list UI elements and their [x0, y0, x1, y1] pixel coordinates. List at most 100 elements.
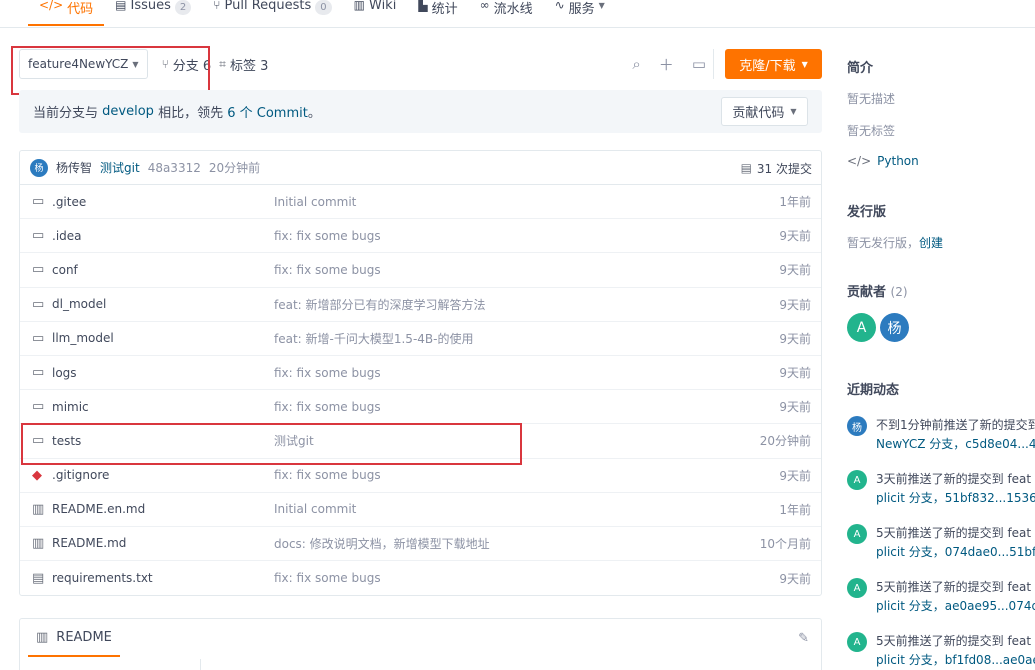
file-commit-message[interactable]: fix: fix some bugs — [274, 229, 381, 243]
table-row: ▤ requirements.txt fix: fix some bugs 9天前 — [20, 561, 821, 595]
tab-label: 代码 — [67, 2, 94, 17]
file-name-link[interactable]: ▭ llm_model — [32, 331, 114, 346]
commit-author[interactable]: 杨传智 — [56, 159, 92, 176]
create-release-link[interactable]: 创建 — [919, 236, 943, 250]
file-name: requirements.txt — [52, 571, 153, 586]
avatar[interactable]: 杨 — [880, 313, 909, 342]
file-name-link[interactable]: ▭ .idea — [32, 228, 82, 243]
file-name: logs — [52, 365, 77, 380]
commit-sha[interactable]: 48a3312 — [148, 161, 201, 175]
activity-link[interactable]: plicit 分支，51bf832...15365 — [876, 489, 1035, 506]
file-commit-message[interactable]: Initial commit — [274, 502, 356, 516]
readme-tab[interactable]: ▥ README — [28, 619, 120, 657]
tab-services[interactable]: ∿ 服务 ▼ — [544, 0, 616, 26]
activity-text: 5天前推送了新的提交到 feat — [876, 526, 1032, 540]
table-row: ▭ .gitee Initial commit 1年前 — [20, 185, 821, 220]
file-name-link[interactable]: ▭ conf — [32, 262, 78, 277]
stats-icon: ▙ — [418, 0, 428, 12]
tab-wiki[interactable]: ▥ Wiki — [343, 0, 408, 26]
file-commit-message[interactable]: feat: 新增-千问大模型1.5-4B-的使用 — [274, 330, 473, 347]
table-row: ▭ mimic fix: fix some bugs 9天前 — [20, 390, 821, 425]
folder-icon: ▭ — [32, 399, 45, 415]
tab-label: 服务 — [568, 2, 595, 17]
activity-link[interactable]: NewYCZ 分支，c5d8e04...48a — [876, 435, 1035, 452]
table-row: ▭ tests 测试git 20分钟前 — [20, 424, 821, 459]
avatar[interactable]: A — [847, 313, 876, 342]
file-commit-message[interactable]: feat: 新增部分已有的深度学习解答方法 — [274, 296, 486, 313]
tab-pull-requests[interactable]: ⑂ Pull Requests 0 — [202, 0, 342, 26]
plus-icon[interactable]: ＋ — [659, 54, 674, 75]
tab-pipeline[interactable]: ∞ 流水线 — [469, 0, 544, 26]
monitor-icon[interactable]: ▭ — [692, 55, 706, 73]
avatar[interactable]: 杨 — [30, 158, 48, 177]
activity-title: 近期动态 — [847, 383, 900, 398]
file-name-link[interactable]: ▭ logs — [32, 365, 77, 380]
file-commit-time: 9天前 — [779, 331, 811, 346]
file-name-link[interactable]: ▥ README.en.md — [32, 502, 145, 517]
file-name: tests — [52, 433, 82, 448]
branch-select[interactable]: feature4NewYCZ ▼ — [19, 49, 148, 79]
commit-count-link[interactable]: ▤ 31 次提交 — [741, 151, 812, 185]
no-tags: 暂无标签 — [847, 124, 896, 138]
edit-icon[interactable]: ✎ — [798, 631, 809, 646]
contribute-button[interactable]: 贡献代码 ▼ — [721, 97, 808, 126]
search-icon[interactable]: ⌕ — [632, 55, 640, 73]
file-name: .gitignore — [52, 468, 110, 483]
language-link[interactable]: </> Python — [847, 154, 919, 168]
file-commit-message[interactable]: fix: fix some bugs — [274, 400, 381, 414]
file-name-link[interactable]: ▤ requirements.txt — [32, 571, 153, 586]
tag-count-link[interactable]: ⌗ 标签 3 — [219, 55, 268, 74]
avatar[interactable]: 杨 — [847, 416, 867, 436]
tag-icon: ⌗ — [219, 56, 226, 71]
pipeline-icon: ∞ — [479, 0, 490, 12]
tab-code[interactable]: </> 代码 — [28, 0, 105, 26]
table-row: ▥ README.en.md Initial commit 1年前 — [20, 493, 821, 527]
file-commit-message[interactable]: Initial commit — [274, 195, 356, 209]
activity-link[interactable]: plicit 分支，bf1fd08...ae0ae9 — [876, 651, 1035, 668]
file-commit-time: 9天前 — [779, 229, 811, 244]
avatar[interactable]: A — [847, 470, 867, 490]
avatar[interactable]: A — [847, 578, 867, 598]
file-commit-message[interactable]: 测试git — [274, 432, 314, 449]
file-commit-time: 9天前 — [779, 571, 811, 586]
file-name-link[interactable]: ▭ dl_model — [32, 297, 106, 312]
file-name: .idea — [52, 228, 82, 243]
tab-stats[interactable]: ▙ 统计 — [407, 0, 468, 26]
file-commit-message[interactable]: fix: fix some bugs — [274, 468, 381, 482]
file-name-link[interactable]: ◆ .gitignore — [32, 468, 109, 483]
file-commit-message[interactable]: docs: 修改说明文档，新增模型下载地址 — [274, 535, 490, 552]
contributors-title: 贡献者 (2) — [847, 281, 908, 300]
branch-count-link[interactable]: ⑂ 分支 6 — [162, 55, 212, 74]
file-name-link[interactable]: ▭ tests — [32, 433, 81, 448]
activity-link[interactable]: plicit 分支，074dae0...51bf83 — [876, 543, 1035, 560]
commits-icon: ▤ — [740, 161, 752, 175]
book-icon: ▥ — [32, 501, 45, 517]
file-name-link[interactable]: ▥ README.md — [32, 536, 126, 551]
avatar[interactable]: A — [847, 524, 867, 544]
file-name: README.md — [52, 536, 127, 551]
folder-icon: ▭ — [32, 228, 45, 244]
file-list: 杨 杨传智 测试git 48a3312 20分钟前 ▤ 31 次提交 ▭ .git… — [19, 150, 822, 596]
file-commit-time: 9天前 — [779, 400, 811, 415]
commit-message-link[interactable]: 测试git — [100, 159, 140, 176]
file-name-link[interactable]: ▭ mimic — [32, 399, 89, 414]
file-commit-message[interactable]: fix: fix some bugs — [274, 263, 381, 277]
count-badge: 2 — [174, 0, 192, 15]
file-commit-time: 10个月前 — [759, 536, 811, 551]
file-name-link[interactable]: ▭ .gitee — [32, 194, 86, 209]
file-commit-message[interactable]: fix: fix some bugs — [274, 571, 381, 585]
file-name: dl_model — [52, 297, 107, 312]
chevron-down-icon: ▼ — [790, 107, 797, 116]
compare-ahead-link[interactable]: 6 个 Commit — [227, 102, 308, 121]
avatar[interactable]: A — [847, 632, 867, 652]
file-icon: ▤ — [32, 570, 45, 586]
compare-base-branch-link[interactable]: develop — [102, 104, 154, 119]
tab-issues[interactable]: ▤ Issues 2 — [104, 0, 202, 26]
activity-link[interactable]: plicit 分支，ae0ae95...074dae — [876, 597, 1035, 614]
file-name: .gitee — [52, 194, 87, 209]
clone-download-button[interactable]: 克隆/下载 ▼ — [725, 49, 822, 79]
file-name: README.en.md — [52, 502, 146, 517]
file-commit-time: 9天前 — [779, 468, 811, 483]
file-commit-time: 9天前 — [779, 366, 811, 381]
file-commit-message[interactable]: fix: fix some bugs — [274, 366, 381, 380]
